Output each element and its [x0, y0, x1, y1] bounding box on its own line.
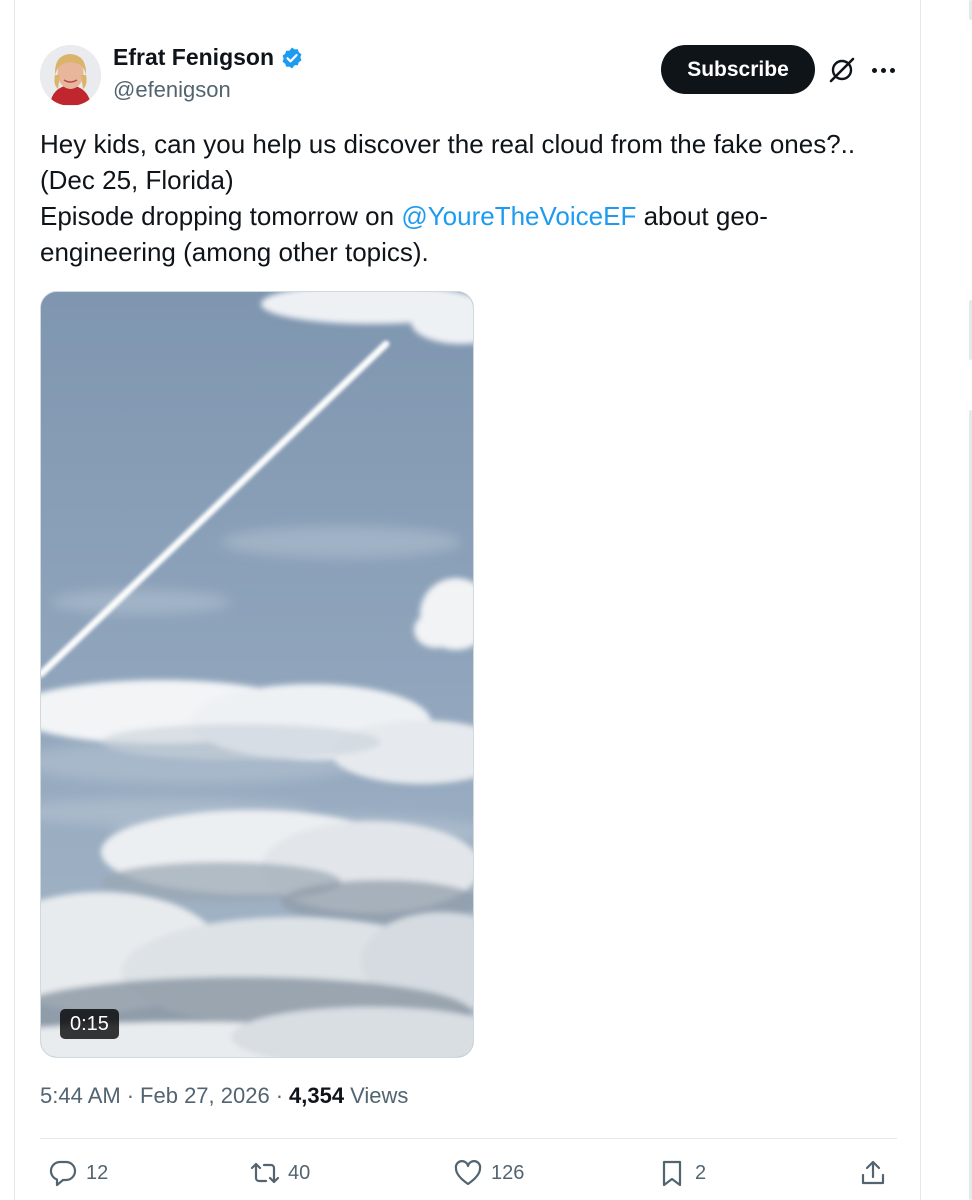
author-row: Efrat Fenigson: [113, 44, 304, 71]
bookmark-count: 2: [695, 1161, 707, 1184]
divider: [40, 1138, 897, 1139]
avatar-image: [40, 45, 101, 106]
bookmark-icon: [662, 1160, 682, 1187]
tweet-meta: 5:44 AM · Feb 27, 2026 · 4,354 Views: [40, 1083, 408, 1109]
grok-icon[interactable]: [828, 56, 856, 84]
views-count: 4,354: [289, 1083, 345, 1108]
meta-separator: ·: [126, 1083, 135, 1108]
tweet-time[interactable]: 5:44 AM: [40, 1083, 121, 1109]
like-count: 126: [491, 1161, 525, 1184]
author-handle[interactable]: @efenigson: [113, 77, 231, 103]
bookmark-button[interactable]: 2: [657, 1158, 706, 1188]
tweet-text-fragment: Episode dropping tomorrow on: [40, 201, 402, 231]
like-icon: [454, 1160, 482, 1186]
reply-button[interactable]: 12: [48, 1158, 108, 1188]
share-button[interactable]: [858, 1158, 888, 1188]
repost-count: 40: [288, 1161, 311, 1184]
reply-count: 12: [86, 1161, 109, 1184]
repost-icon: [250, 1162, 280, 1184]
right-edge: [968, 0, 972, 1200]
tweet-date[interactable]: Feb 27, 2026: [140, 1083, 270, 1109]
tweet-text-line: Episode dropping tomorrow on @YoureTheVo…: [40, 198, 890, 234]
tweet-text-line: Hey kids, can you help us discover the r…: [40, 129, 856, 159]
tweet-text: Hey kids, can you help us discover the r…: [40, 126, 890, 270]
share-icon: [861, 1160, 885, 1185]
avatar[interactable]: [40, 45, 101, 106]
subscribe-button[interactable]: Subscribe: [661, 45, 815, 94]
repost-button[interactable]: 40: [250, 1158, 310, 1188]
tweet-text-line: engineering (among other topics).: [40, 237, 429, 267]
more-icon[interactable]: [868, 56, 898, 84]
like-button[interactable]: 126: [453, 1158, 524, 1188]
video-player[interactable]: [40, 291, 474, 1058]
video-thumbnail: [41, 292, 473, 1057]
video-duration: 0:15: [60, 1009, 119, 1039]
action-bar: 12 40 126 2: [0, 1150, 972, 1200]
meta-separator: ·: [275, 1083, 284, 1108]
tweet-text-fragment: about geo-: [636, 201, 768, 231]
views-label: Views: [350, 1083, 409, 1108]
verified-badge-icon[interactable]: [280, 46, 304, 70]
author-name[interactable]: Efrat Fenigson: [113, 44, 274, 71]
mention-link[interactable]: @YoureTheVoiceEF: [401, 201, 636, 231]
reply-icon: [49, 1160, 77, 1187]
tweet-text-line: (Dec 25, Florida): [40, 165, 234, 195]
